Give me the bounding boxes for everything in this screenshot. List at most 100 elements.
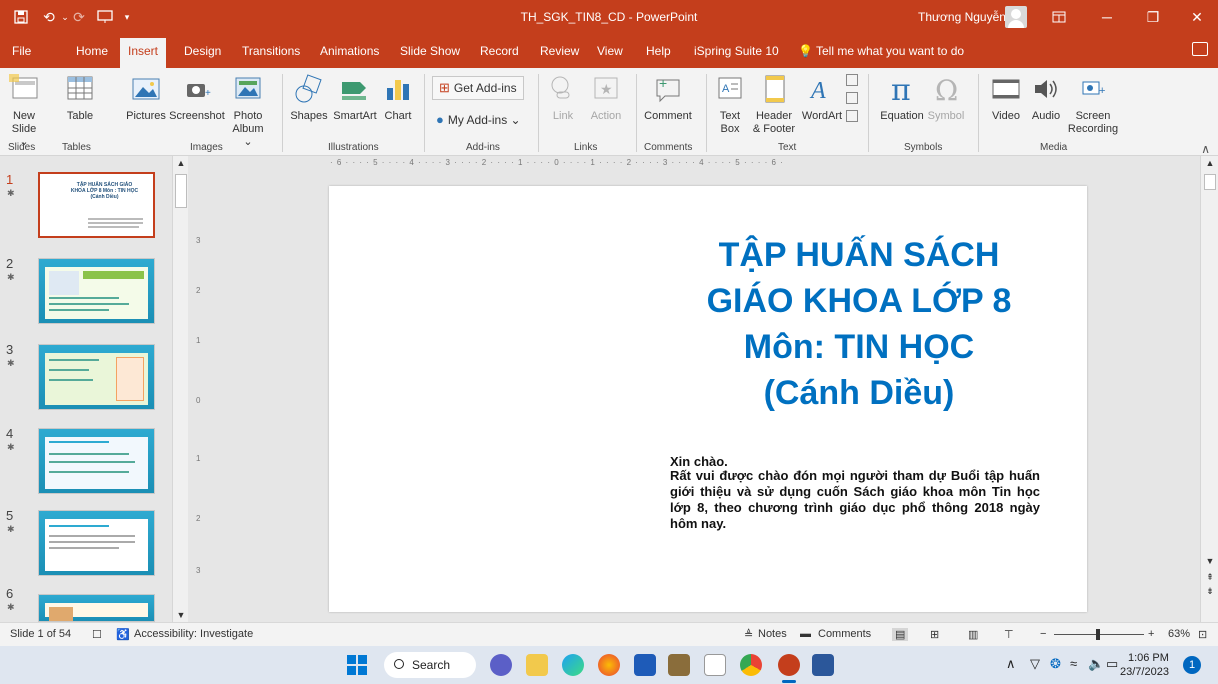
wordart-button[interactable]: A WordArt (800, 72, 844, 123)
clock[interactable]: 1:06 PM 23/7/2023 (1120, 651, 1169, 679)
tell-me-search[interactable]: Tell me what you want to do (816, 44, 964, 58)
thumb-number: 5 (6, 508, 14, 523)
taskbar-search[interactable]: Search (384, 652, 476, 678)
tab-help[interactable]: Help (646, 44, 671, 58)
audio-button[interactable]: Audio (1028, 72, 1064, 123)
spelling-icon[interactable]: ☐ (92, 628, 102, 641)
reading-view-icon[interactable]: ▥ (968, 628, 978, 641)
tab-transitions[interactable]: Transitions (242, 44, 300, 58)
symbol-button[interactable]: Ω Symbol (926, 72, 966, 123)
slide-sorter-icon[interactable]: ⊞ (930, 628, 939, 641)
slide-greeting[interactable]: Xin chào. (670, 454, 728, 469)
slide-canvas[interactable]: TẬP HUẤN SÁCH GIÁO KHOA LỚP 8 Môn: TIN H… (329, 186, 1087, 612)
show-hidden-icons-icon[interactable]: ∧ (1006, 656, 1016, 672)
notes-button[interactable]: Notes (758, 628, 787, 640)
powerpoint-icon[interactable] (778, 654, 800, 676)
thumbnails-scrollbar[interactable]: ▲ ▼ (172, 156, 188, 622)
close-button[interactable]: ✕ (1174, 0, 1218, 34)
thumbnail-slide-2[interactable] (38, 258, 155, 324)
minimize-button[interactable]: ─ (1084, 0, 1130, 34)
thumbnail-slide-6[interactable] (38, 594, 155, 622)
comments-pane-icon[interactable] (1192, 42, 1208, 56)
photo-album-button[interactable]: Photo Album ⌄ (226, 72, 270, 149)
table-button[interactable]: Table (62, 72, 98, 123)
zoom-out-icon[interactable]: − (1040, 628, 1046, 640)
slide-number-icon[interactable] (846, 92, 858, 104)
text-box-label: Text Box (719, 110, 741, 135)
equation-button[interactable]: π Equation (874, 72, 930, 123)
tab-slide-show[interactable]: Slide Show (400, 44, 460, 58)
scrollbar-thumb[interactable] (1204, 174, 1216, 190)
object-icon[interactable] (846, 110, 858, 122)
wifi-icon[interactable]: ≈ (1070, 656, 1077, 671)
slide-body-text[interactable]: Rất vui được chào đón mọi người tham dự … (670, 468, 1040, 532)
comment-button[interactable]: + Comment (640, 72, 696, 123)
thumbnail-slide-5[interactable] (38, 510, 155, 576)
vpn-icon[interactable]: ▽ (1030, 656, 1040, 672)
winrar-icon[interactable] (668, 654, 690, 676)
document-icon[interactable] (704, 654, 726, 676)
ribbon-display-options-icon[interactable] (1036, 0, 1082, 34)
tab-review[interactable]: Review (540, 44, 579, 58)
scroll-down-icon[interactable]: ▼ (1203, 556, 1217, 566)
scrollbar-thumb[interactable] (175, 174, 187, 208)
video-button[interactable]: Video (986, 72, 1026, 123)
tab-design[interactable]: Design (184, 44, 221, 58)
get-addins-button[interactable]: ⊞ Get Add-ins (432, 76, 524, 100)
tab-file[interactable]: File (12, 44, 31, 58)
thumbnail-slide-1[interactable]: TẬP HUẤN SÁCH GIÁO KHOA LỚP 8 Môn : TIN … (38, 172, 155, 238)
thumbnail-slide-3[interactable] (38, 344, 155, 410)
thumbnail-slide-4[interactable] (38, 428, 155, 494)
next-slide-icon[interactable]: ⇟ (1203, 586, 1217, 597)
action-button[interactable]: ★ Action (586, 72, 626, 123)
fit-to-window-icon[interactable]: ⊡ (1198, 628, 1207, 641)
previous-slide-icon[interactable]: ⇞ (1203, 572, 1217, 583)
edge-icon[interactable] (562, 654, 584, 676)
tab-view[interactable]: View (597, 44, 623, 58)
scroll-up-icon[interactable]: ▲ (1203, 158, 1217, 168)
start-icon[interactable] (346, 654, 368, 676)
slide-scrollbar[interactable]: ▲ ▼ ⇞ ⇟ (1200, 156, 1218, 622)
notification-badge[interactable]: 1 (1183, 656, 1201, 674)
avatar[interactable] (1005, 6, 1027, 28)
collapse-ribbon-icon[interactable]: ∧ (1201, 142, 1210, 156)
store-icon[interactable] (634, 654, 656, 676)
slide-title[interactable]: TẬP HUẤN SÁCH GIÁO KHOA LỚP 8 Môn: TIN H… (659, 232, 1059, 416)
bluetooth-icon[interactable]: ❂ (1050, 656, 1061, 672)
header-footer-button[interactable]: Header & Footer (750, 72, 798, 136)
shapes-button[interactable]: Shapes (288, 72, 330, 123)
scroll-up-icon[interactable]: ▲ (174, 158, 188, 168)
tab-insert[interactable]: Insert (120, 38, 167, 68)
zoom-in-icon[interactable]: + (1148, 628, 1154, 640)
date-time-icon[interactable] (846, 74, 858, 86)
user-name[interactable]: Thương Nguyễn (918, 10, 1006, 24)
chart-button[interactable]: Chart (382, 72, 414, 123)
zoom-level[interactable]: 63% (1168, 628, 1190, 640)
accessibility-status[interactable]: Accessibility: Investigate (134, 628, 253, 640)
screen-recording-button[interactable]: + Screen Recording (1066, 72, 1120, 136)
tab-home[interactable]: Home (76, 44, 108, 58)
tab-record[interactable]: Record (480, 44, 519, 58)
link-button[interactable]: Link (548, 72, 578, 123)
meet-icon[interactable] (490, 654, 512, 676)
tab-ispring[interactable]: iSpring Suite 10 (694, 44, 779, 58)
screenshot-button[interactable]: + Screenshot (168, 72, 226, 123)
browser-icon[interactable] (598, 654, 620, 676)
volume-icon[interactable]: 🔈 (1088, 656, 1104, 672)
battery-icon[interactable]: ▭ (1106, 656, 1118, 672)
restore-button[interactable]: ❐ (1130, 0, 1176, 34)
comments-button[interactable]: Comments (818, 628, 871, 640)
normal-view-icon[interactable]: ▤ (892, 628, 909, 641)
scroll-down-icon[interactable]: ▼ (174, 610, 188, 620)
file-explorer-icon[interactable] (526, 654, 548, 676)
slideshow-icon[interactable]: ⊤ (1004, 628, 1014, 641)
my-addins-button[interactable]: ● My Add-ins ⌄ (436, 112, 521, 127)
tab-animations[interactable]: Animations (320, 44, 379, 58)
new-slide-button[interactable]: New Slide ⌄ (6, 72, 42, 149)
word-icon[interactable] (812, 654, 834, 676)
chrome-icon[interactable] (740, 654, 762, 676)
text-box-button[interactable]: A Text Box (714, 72, 746, 136)
zoom-slider-thumb[interactable] (1096, 629, 1100, 640)
pictures-button[interactable]: Pictures (122, 72, 170, 123)
smartart-button[interactable]: SmartArt (330, 72, 380, 123)
